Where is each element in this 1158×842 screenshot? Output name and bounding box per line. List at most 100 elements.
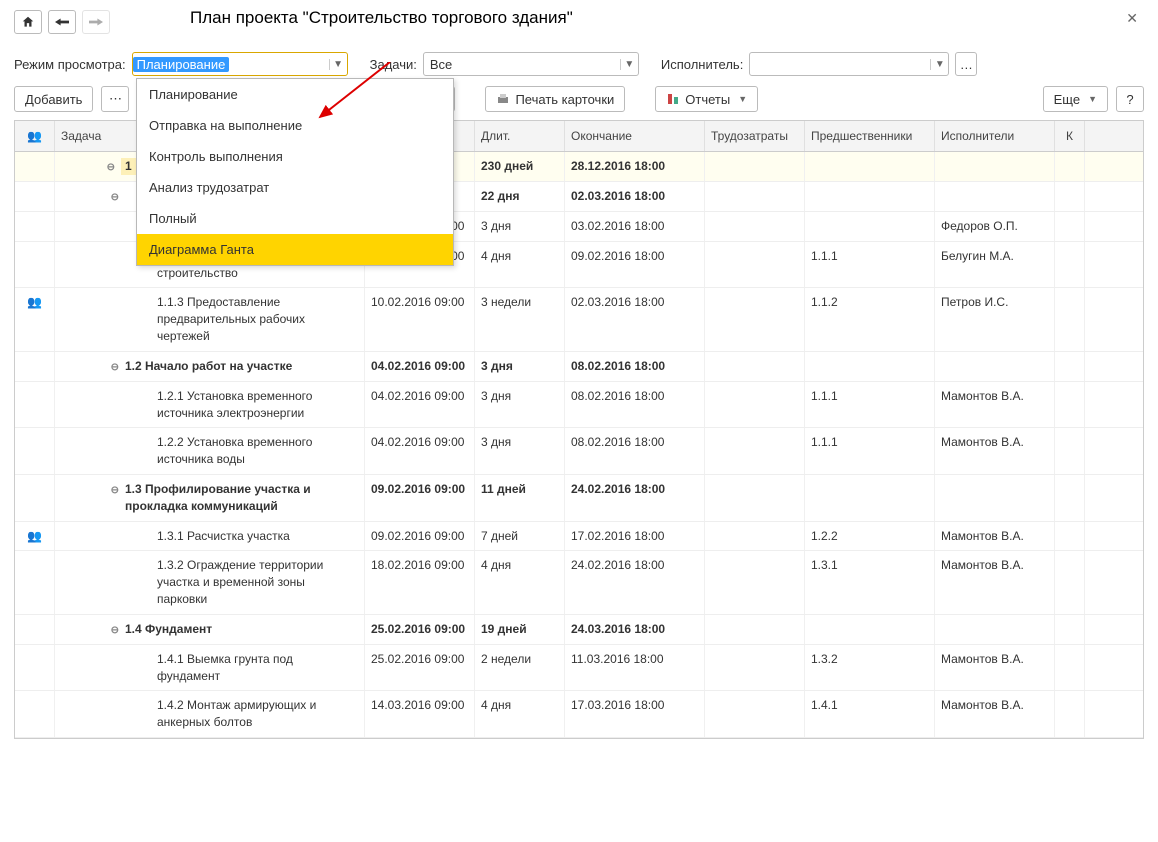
task-text: 1.4.1 Выемка грунта под фундамент [157,651,358,685]
reports-button[interactable]: Отчеты ▼ [655,86,758,112]
mode-label: Режим просмотра: [14,57,126,72]
executors-cell: Мамонтов В.А. [935,428,1055,474]
dropdown-item[interactable]: Планирование [137,79,453,110]
table-row[interactable]: 1.2.2 Установка временного источника вод… [15,428,1143,475]
task-text: 1.2 Начало работ на участке [125,358,292,375]
executors-cell: Федоров О.П. [935,212,1055,241]
k-cell [1055,615,1085,644]
dropdown-item[interactable]: Полный [137,203,453,234]
dropdown-item[interactable]: Анализ трудозатрат [137,172,453,203]
end-cell: 24.03.2016 18:00 [565,615,705,644]
report-icon [666,92,680,106]
end-cell: 08.02.2016 18:00 [565,428,705,474]
duration-cell: 3 дня [475,428,565,474]
labor-cell [705,428,805,474]
people-icon: 👥 [27,295,42,309]
executor-select[interactable]: ▼ [749,52,949,76]
labor-cell [705,382,805,428]
table-row[interactable]: 1.2.1 Установка временного источника эле… [15,382,1143,429]
tasks-value: Все [424,57,458,72]
predecessors-cell [805,152,935,181]
executor-picker-button[interactable]: … [955,52,977,76]
start-cell: 09.02.2016 09:00 [365,475,475,521]
table-row[interactable]: ⊖1.4 Фундамент25.02.2016 09:0019 дней24.… [15,615,1143,645]
start-cell: 04.02.2016 09:00 [365,428,475,474]
table-row[interactable]: 👥1.3.1 Расчистка участка09.02.2016 09:00… [15,522,1143,552]
row-icon-cell: 👥 [15,522,55,551]
col-k[interactable]: К [1055,121,1085,151]
collapse-icon[interactable]: ⊖ [107,624,119,638]
labor-cell [705,475,805,521]
collapse-icon[interactable]: ⊖ [107,361,119,375]
k-cell [1055,288,1085,350]
collapse-icon[interactable]: ⊖ [103,161,115,175]
dropdown-item[interactable]: Контроль выполнения [137,141,453,172]
mode-select[interactable]: Планирование ▼ [132,52,348,76]
duration-cell: 3 дня [475,212,565,241]
predecessors-cell: 1.4.1 [805,691,935,737]
labor-cell [705,522,805,551]
start-cell: 04.02.2016 09:00 [365,382,475,428]
forward-button[interactable] [82,10,110,34]
duration-cell: 4 дня [475,691,565,737]
close-button[interactable]: ✕ [1126,10,1138,27]
table-row[interactable]: 1.4.2 Монтаж армирующих и анкерных болто… [15,691,1143,738]
labor-cell [705,615,805,644]
predecessors-cell [805,352,935,381]
col-end[interactable]: Окончание [565,121,705,151]
table-row[interactable]: ⊖ 1.3 Профилирование участка и прокладка … [15,475,1143,522]
chevron-down-icon: ▼ [930,59,948,70]
row-icon-cell [15,428,55,474]
print-card-button[interactable]: Печать карточки [485,86,625,112]
chevron-down-icon: ▼ [620,59,638,70]
task-text: 1.3 Профилирование участка и прокладка к… [125,481,358,515]
dropdown-item[interactable]: Отправка на выполнение [137,110,453,141]
task-text: 1.2.1 Установка временного источника эле… [157,388,358,422]
labor-cell [705,182,805,211]
collapse-icon[interactable]: ⊖ [107,191,119,205]
add-button[interactable]: Добавить [14,86,93,112]
menu-button-1[interactable]: ⋯ [101,86,129,112]
start-cell: 09.02.2016 09:00 [365,522,475,551]
predecessors-cell: 1.1.1 [805,428,935,474]
predecessors-cell: 1.1.1 [805,382,935,428]
help-button[interactable]: ? [1116,86,1144,112]
table-row[interactable]: ⊖1.2 Начало работ на участке04.02.2016 0… [15,352,1143,382]
executors-cell: Мамонтов В.А. [935,551,1055,613]
duration-cell: 19 дней [475,615,565,644]
col-executors[interactable]: Исполнители [935,121,1055,151]
col-duration[interactable]: Длит. [475,121,565,151]
task-cell: 1.2.2 Установка временного источника вод… [55,428,365,474]
home-button[interactable] [14,10,42,34]
task-text: 1.1.3 Предоставление предварительных раб… [157,294,358,344]
labor-cell [705,691,805,737]
executors-cell [935,475,1055,521]
chevron-down-icon: ▼ [738,94,747,104]
back-button[interactable] [48,10,76,34]
executors-cell [935,352,1055,381]
k-cell [1055,152,1085,181]
task-text: 1.4 Фундамент [125,621,212,638]
k-cell [1055,242,1085,288]
dropdown-item-highlighted[interactable]: Диаграмма Ганта [137,234,453,265]
predecessors-cell: 1.1.2 [805,288,935,350]
col-labor[interactable]: Трудозатраты [705,121,805,151]
tasks-label: Задачи: [370,57,417,72]
end-cell: 02.03.2016 18:00 [565,288,705,350]
table-row[interactable]: 👥 1.1.3 Предоставление предварительных ра… [15,288,1143,351]
more-button[interactable]: Еще▼ [1043,86,1108,112]
collapse-icon[interactable]: ⊖ [107,484,119,498]
col-predecessors[interactable]: Предшественники [805,121,935,151]
executors-cell [935,182,1055,211]
table-row[interactable]: 1.4.1 Выемка грунта под фундамент25.02.2… [15,645,1143,692]
row-icon-cell [15,352,55,381]
mode-dropdown: Планирование Отправка на выполнение Конт… [136,78,454,266]
end-cell: 24.02.2016 18:00 [565,551,705,613]
col-icon[interactable]: 👥 [15,121,55,151]
executors-cell [935,615,1055,644]
labor-cell [705,288,805,350]
duration-cell: 4 дня [475,551,565,613]
task-cell: 1.4.1 Выемка грунта под фундамент [55,645,365,691]
table-row[interactable]: 1.3.2 Ограждение территории участка и вр… [15,551,1143,614]
tasks-select[interactable]: Все ▼ [423,52,639,76]
